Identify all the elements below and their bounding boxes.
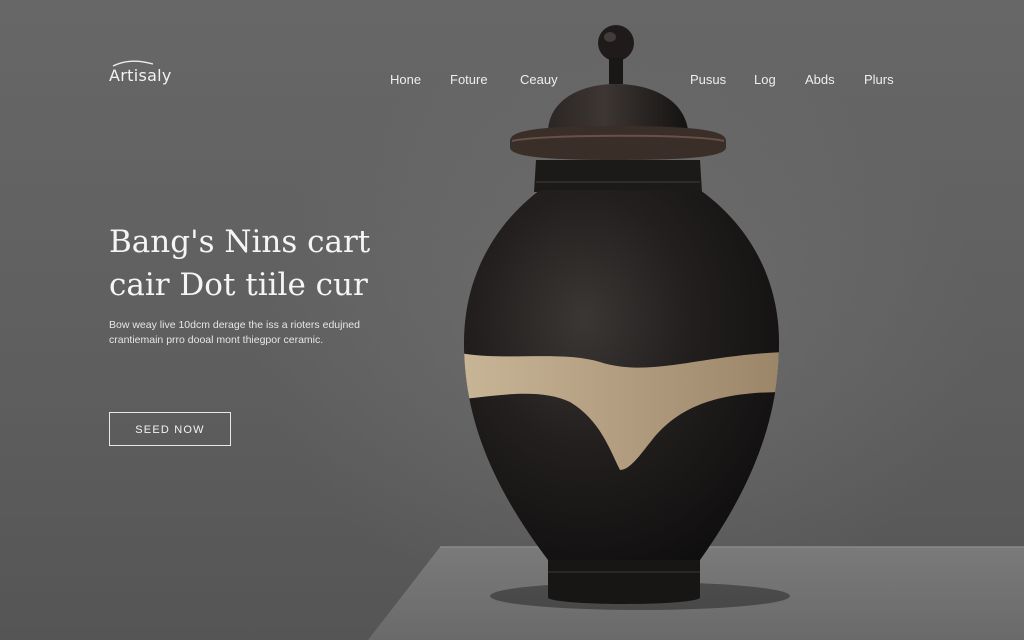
brand-logo[interactable]: Artisaly bbox=[109, 60, 172, 85]
nav-link-ceauy[interactable]: Ceauy bbox=[520, 72, 558, 90]
shop-now-button[interactable]: SEED NOW bbox=[109, 412, 231, 446]
hero-description-line-2: crantiemain prro dooal mont thiegpor cer… bbox=[109, 334, 324, 346]
hero-heading-line-2: cair Dot tiile cur bbox=[109, 267, 368, 303]
landing-page: Artisaly Hone Foture Ceauy Pusus Log Abd… bbox=[0, 0, 1024, 640]
nav-link-abds[interactable]: Abds bbox=[805, 72, 835, 90]
hero-heading: Bang's Nins cart cair Dot tiile cur bbox=[109, 221, 449, 307]
nav-link-plurs[interactable]: Plurs bbox=[864, 72, 894, 90]
hero-description: Bow weay live 10dcm derage the iss a rio… bbox=[109, 318, 429, 348]
nav-link-log[interactable]: Log bbox=[754, 72, 776, 90]
nav-link-pusus[interactable]: Pusus bbox=[690, 72, 726, 90]
logo-swoosh-icon bbox=[112, 60, 154, 67]
hero-heading-line-1: Bang's Nins cart bbox=[109, 224, 371, 260]
logo-text: Artisaly bbox=[109, 66, 172, 85]
nav-link-hone[interactable]: Hone bbox=[390, 72, 421, 90]
nav-link-foture[interactable]: Foture bbox=[450, 72, 488, 90]
hero-description-line-1: Bow weay live 10dcm derage the iss a rio… bbox=[109, 319, 360, 331]
